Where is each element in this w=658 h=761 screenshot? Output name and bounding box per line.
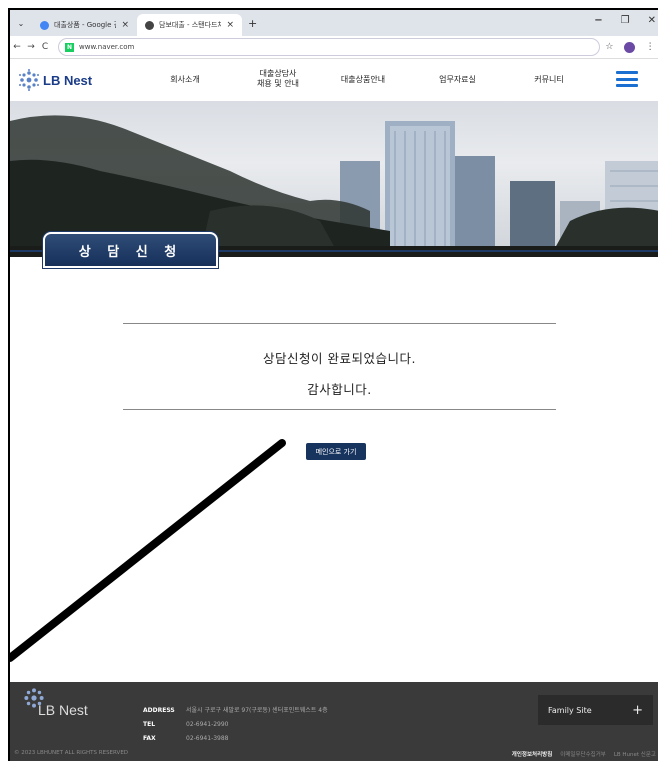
divider-top [123, 323, 556, 324]
tab-title: 대출상품 - Google 검색 [54, 21, 116, 29]
close-tab-icon[interactable]: × [121, 20, 129, 30]
main-nav: 회사소개 대출상담사 채용 및 안내 대출상품안내 업무자료실 커뮤니티 [10, 59, 658, 101]
new-tab-button[interactable]: + [248, 17, 257, 30]
minimize-icon[interactable]: − [594, 15, 602, 26]
hamburger-menu-icon[interactable] [616, 71, 638, 87]
reload-icon[interactable]: C [38, 42, 52, 52]
tab-search-icon[interactable]: ⌄ [10, 19, 32, 28]
page-title-tab: 상 담 신 청 [43, 232, 218, 268]
browser-window: ⌄ 대출상품 - Google 검색 × 담보대출 - 스탠다드차타드 × + … [8, 8, 658, 761]
site-favicon-icon [145, 20, 154, 30]
browser-tab-bar: ⌄ 대출상품 - Google 검색 × 담보대출 - 스탠다드차타드 × + … [10, 10, 658, 36]
divider-bottom [123, 409, 556, 410]
menu-dots-icon[interactable]: ⋮ [646, 42, 655, 53]
google-favicon-icon [40, 20, 49, 30]
completion-message: 상담신청이 완료되었습니다. [263, 351, 416, 366]
toolbar-right: ☆ ⋮ [600, 41, 658, 53]
browser-toolbar: ← → C N www.naver.com ☆ ⋮ [10, 36, 658, 59]
url-text: www.naver.com [79, 43, 135, 51]
site-footer: LB Nest ADDRESS 서울시 구로구 새말로 97(구로동) 센터포인트… [10, 682, 658, 761]
bookmark-star-icon[interactable]: ☆ [605, 42, 613, 53]
email-refusal-link[interactable]: 이메일무단수집거부 [560, 750, 606, 758]
footer-links: 개인정보처리방침 이메일무단수집거부 LB Hunet 신문고 [512, 750, 656, 758]
family-site-select[interactable]: Family Site + [538, 695, 653, 725]
close-tab-icon[interactable]: × [226, 20, 234, 30]
profile-avatar[interactable] [624, 41, 636, 53]
nav-item-recruit[interactable]: 대출상담사 채용 및 안내 [248, 69, 308, 89]
address-bar[interactable]: N www.naver.com [58, 38, 600, 56]
tel-label: TEL [143, 721, 156, 728]
family-site-label: Family Site [548, 705, 592, 715]
fax-value: 02-6941-3988 [186, 735, 229, 742]
nav-item-company[interactable]: 회사소개 [165, 75, 205, 85]
nav-item-resources[interactable]: 업무자료실 [435, 75, 480, 85]
browser-tab-active[interactable]: 담보대출 - 스탠다드차타드 × [137, 14, 242, 36]
footer-contact-info: ADDRESS 서울시 구로구 새말로 97(구로동) 센터포인트웨스트 4층 T… [143, 704, 328, 746]
forward-icon[interactable]: → [24, 42, 38, 52]
thanks-message: 감사합니다. [307, 382, 372, 397]
fax-label: FAX [143, 735, 156, 742]
plus-icon: + [632, 702, 643, 718]
nav-item-community[interactable]: 커뮤니티 [529, 75, 569, 85]
tab-title: 담보대출 - 스탠다드차타드 [159, 21, 221, 29]
close-window-icon[interactable]: ✕ [648, 15, 656, 26]
nav-item-recruit-line1: 대출상담사 [259, 69, 297, 78]
footer-bottom: © 2023 LBHUNET ALL RIGHTS RESERVED 개인정보처… [14, 750, 656, 758]
restore-icon[interactable]: ❐ [621, 15, 630, 26]
footer-logo-text: LB Nest [38, 702, 88, 718]
tel-value: 02-6941-2990 [186, 721, 229, 728]
address-value: 서울시 구로구 새말로 97(구로동) 센터포인트웨스트 4층 [186, 707, 328, 714]
naver-favicon-icon: N [65, 42, 74, 52]
browser-tab-google[interactable]: 대출상품 - Google 검색 × [32, 14, 137, 36]
copyright-text: © 2023 LBHUNET ALL RIGHTS RESERVED [14, 750, 129, 756]
nav-item-recruit-line2: 채용 및 안내 [257, 79, 299, 88]
nav-item-products[interactable]: 대출상품안내 [338, 75, 388, 85]
window-controls: − ❐ ✕ [594, 15, 656, 26]
hunet-report-link[interactable]: LB Hunet 신문고 [614, 750, 656, 758]
address-label: ADDRESS [143, 707, 175, 714]
back-icon[interactable]: ← [10, 42, 24, 52]
privacy-policy-link[interactable]: 개인정보처리방침 [512, 750, 552, 758]
go-main-button[interactable]: 메인으로 가기 [306, 443, 366, 460]
site-header: LB Nest 회사소개 대출상담사 채용 및 안내 대출상품안내 업무자료실 … [10, 59, 658, 101]
